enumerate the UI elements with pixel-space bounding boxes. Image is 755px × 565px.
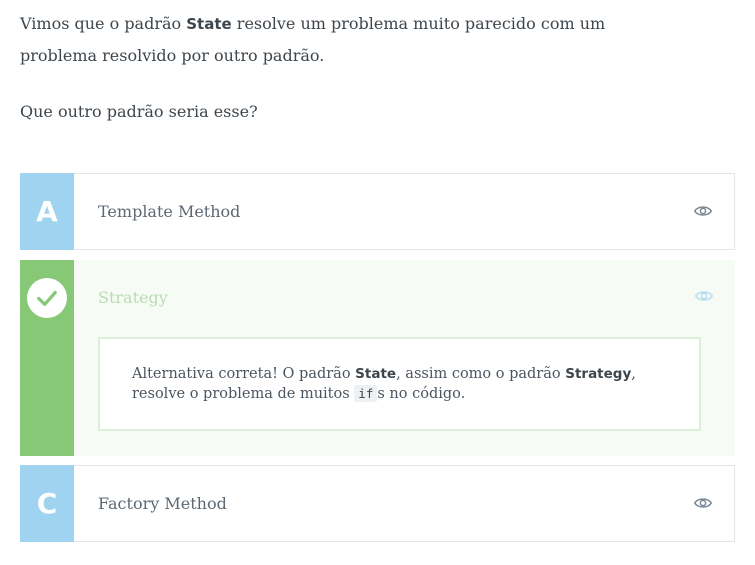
- state-keyword: State: [355, 366, 397, 382]
- question-prompt: Que outro padrão seria esse?: [20, 102, 258, 121]
- alternative-c[interactable]: C Factory Method: [20, 465, 735, 542]
- letter-badge-a: A: [20, 173, 74, 250]
- alternative-label: Strategy: [98, 288, 168, 307]
- alternative-a[interactable]: A Template Method: [20, 173, 735, 250]
- alternative-label: Factory Method: [98, 494, 227, 513]
- question-text: Vimos que o padrão State resolve um prob…: [20, 8, 720, 128]
- question-line-1: Vimos que o padrão State resolve um prob…: [20, 14, 606, 33]
- state-keyword: State: [186, 15, 232, 33]
- eye-icon[interactable]: [694, 202, 712, 220]
- explanation-box: Alternativa correta! O padrão State, ass…: [98, 337, 701, 431]
- if-code: if: [354, 385, 378, 402]
- strategy-keyword: Strategy: [565, 366, 632, 382]
- letter-badge-c: C: [20, 465, 74, 542]
- eye-icon[interactable]: [694, 494, 712, 512]
- check-icon: [27, 278, 67, 318]
- question-line-2: problema resolvido por outro padrão.: [20, 46, 325, 65]
- eye-icon[interactable]: [695, 287, 713, 305]
- alternative-b-correct[interactable]: Strategy Alternativa correta! O padrão S…: [20, 260, 735, 456]
- alternative-label: Template Method: [98, 202, 241, 221]
- correct-badge: [20, 260, 74, 456]
